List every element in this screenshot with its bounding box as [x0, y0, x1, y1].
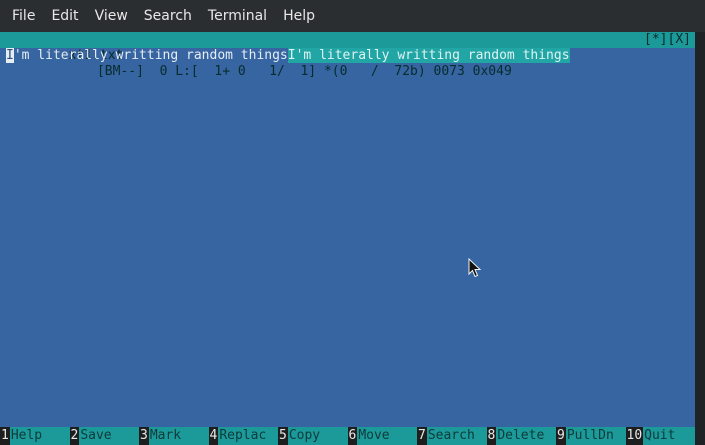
scrollbar[interactable]: [695, 32, 705, 445]
fkey-number: 5: [278, 427, 288, 445]
text-line[interactable]: I'm literally writting random thingsI'm …: [6, 48, 570, 64]
fkey-number: 9: [556, 427, 566, 445]
fkey-label: Mark: [148, 427, 209, 445]
line-text: 'm literally writting random things: [13, 48, 288, 63]
fkey-mark[interactable]: 3 Mark: [139, 427, 209, 445]
fkey-help[interactable]: 1 Help: [0, 427, 70, 445]
fkey-move[interactable]: 6 Move: [347, 427, 417, 445]
editor-status-line: text1.txt [BM--] 0 L:[ 1+ 0 1/ 1] *(0 / …: [0, 32, 695, 79]
fkey-save[interactable]: 2 Save: [69, 427, 139, 445]
fkey-number: 6: [347, 427, 358, 445]
fkey-number: 3: [139, 427, 149, 445]
mouse-pointer-icon: [468, 258, 482, 278]
fkey-pulldown[interactable]: 9 PullDn: [556, 427, 626, 445]
menu-file[interactable]: File: [4, 8, 43, 24]
fkey-number: 2: [69, 427, 80, 445]
fkey-number: 7: [417, 427, 427, 445]
fkey-replace[interactable]: 4 Replac: [208, 427, 278, 445]
fkey-quit[interactable]: 10 Quit: [625, 427, 695, 445]
fkey-label: Save: [79, 427, 139, 445]
fkey-label: Replac: [218, 427, 278, 445]
function-key-bar: 1 Help 2 Save 3 Mark 4 Replac 5 Copy 6 Move 7S…: [0, 427, 695, 445]
menu-edit[interactable]: Edit: [43, 8, 86, 24]
fkey-label: PullDn: [565, 427, 626, 445]
fkey-label: Copy: [287, 427, 348, 445]
fkey-label: Move: [357, 427, 417, 445]
selected-text: I'm literally writting random things: [287, 48, 570, 63]
text-cursor: I: [6, 48, 14, 63]
fkey-label: Help: [9, 427, 70, 445]
fkey-copy[interactable]: 5 Copy: [278, 427, 348, 445]
fkey-label: Search: [426, 427, 487, 445]
window-flags[interactable]: [*][X]: [644, 32, 695, 48]
fkey-delete[interactable]: 8 Delete: [486, 427, 556, 445]
fkey-label: Quit: [643, 427, 695, 445]
fkey-label: Delete: [496, 427, 556, 445]
menu-search[interactable]: Search: [136, 8, 200, 24]
fkey-number: 8: [486, 427, 497, 445]
menu-view[interactable]: View: [87, 8, 136, 24]
menu-bar: File Edit View Search Terminal Help: [0, 0, 705, 32]
fkey-search[interactable]: 7 Search: [417, 427, 487, 445]
terminal-area[interactable]: text1.txt [BM--] 0 L:[ 1+ 0 1/ 1] *(0 / …: [0, 32, 695, 445]
fkey-number: 10: [625, 427, 644, 445]
menu-terminal[interactable]: Terminal: [200, 8, 275, 24]
status-info: [BM--] 0 L:[ 1+ 0 1/ 1] *(0 / 72b) 0073 …: [96, 64, 512, 79]
fkey-number: 4: [208, 427, 219, 445]
menu-help[interactable]: Help: [275, 8, 323, 24]
fkey-number: 1: [0, 427, 10, 445]
